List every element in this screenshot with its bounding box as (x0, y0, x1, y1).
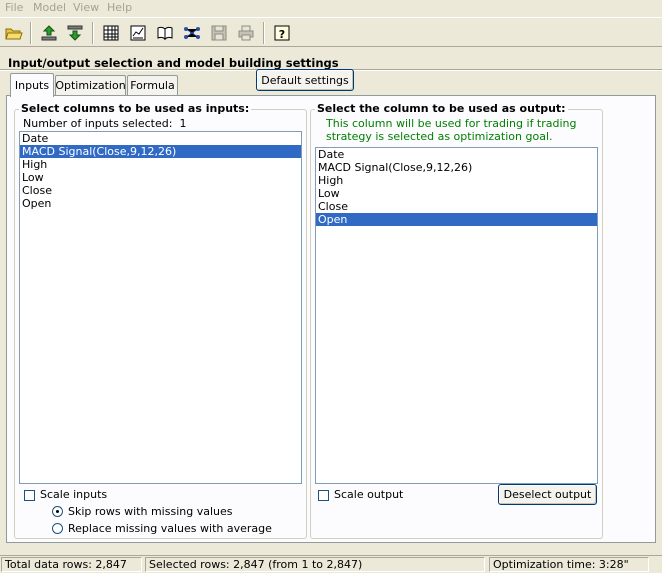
list-item[interactable]: Low (316, 187, 597, 200)
list-item[interactable]: Date (316, 148, 597, 161)
list-item[interactable]: High (20, 158, 301, 171)
skip-rows-radio[interactable] (52, 506, 63, 517)
download-icon[interactable] (64, 22, 86, 44)
list-item[interactable]: Open (20, 197, 301, 210)
tab-formula[interactable]: Formula (127, 75, 178, 95)
scale-output-checkbox[interactable] (318, 490, 329, 501)
default-settings-button[interactable]: Default settings (256, 69, 354, 91)
inputs-title: Select columns to be used as inputs: (19, 102, 252, 115)
output-listbox[interactable]: Date MACD Signal(Close,9,12,26) High Low… (315, 147, 598, 484)
tab-panel-inputs: Select columns to be used as inputs: Num… (6, 95, 656, 543)
list-item[interactable]: Low (20, 171, 301, 184)
help-icon[interactable]: ? (271, 22, 293, 44)
list-item[interactable]: Close (316, 200, 597, 213)
tab-inputs[interactable]: Inputs (10, 73, 54, 97)
scale-output-label: Scale output (334, 488, 404, 501)
list-item[interactable]: MACD Signal(Close,9,12,26) (316, 161, 597, 174)
section-title: Input/output selection and model buildin… (8, 56, 339, 70)
book-icon[interactable] (154, 22, 176, 44)
deselect-output-label: Deselect output (503, 488, 592, 501)
scale-inputs-label: Scale inputs (40, 488, 108, 501)
save-icon[interactable] (208, 22, 230, 44)
status-total-rows: Total data rows: 2,847 (1, 557, 142, 572)
tab-optimization[interactable]: Optimization (55, 75, 126, 95)
menu-bar: File Model View Help (0, 0, 662, 16)
svg-text:?: ? (279, 28, 285, 41)
list-item[interactable]: MACD Signal(Close,9,12,26) (20, 145, 301, 158)
scale-inputs-checkbox[interactable] (24, 490, 35, 501)
open-folder-icon[interactable] (3, 22, 25, 44)
inputs-count-label: Number of inputs selected: 1 (23, 117, 187, 130)
replace-missing-label: Replace missing values with average (68, 522, 272, 535)
menu-file[interactable]: File (5, 1, 23, 14)
inputs-listbox[interactable]: Date MACD Signal(Close,9,12,26) High Low… (19, 131, 302, 484)
menu-model[interactable]: Model (33, 1, 66, 14)
replace-missing-radio[interactable] (52, 523, 63, 534)
skip-rows-label: Skip rows with missing values (68, 505, 233, 518)
print-icon[interactable] (235, 22, 257, 44)
menu-help[interactable]: Help (107, 1, 132, 14)
toolbar: ? (0, 17, 662, 47)
list-item[interactable]: Open (316, 213, 597, 226)
upload-icon[interactable] (38, 22, 60, 44)
list-item[interactable]: Close (20, 184, 301, 197)
menu-view[interactable]: View (73, 1, 99, 14)
network-icon[interactable] (181, 22, 203, 44)
output-title: Select the column to be used as output: (315, 102, 568, 115)
deselect-output-button[interactable]: Deselect output (498, 484, 597, 505)
list-item[interactable]: Date (20, 132, 301, 145)
chart-icon[interactable] (127, 22, 149, 44)
output-note-line2: strategy is selected as optimization goa… (326, 130, 553, 143)
inputs-count-value: 1 (179, 117, 187, 130)
list-item[interactable]: High (316, 174, 597, 187)
status-selected-rows: Selected rows: 2,847 (from 1 to 2,847) (145, 557, 485, 572)
status-bar: Total data rows: 2,847 Selected rows: 2,… (0, 555, 662, 573)
status-optimization-time: Optimization time: 3:28" (489, 557, 649, 572)
output-note-line1: This column will be used for trading if … (326, 117, 577, 130)
grid-icon[interactable] (100, 22, 122, 44)
